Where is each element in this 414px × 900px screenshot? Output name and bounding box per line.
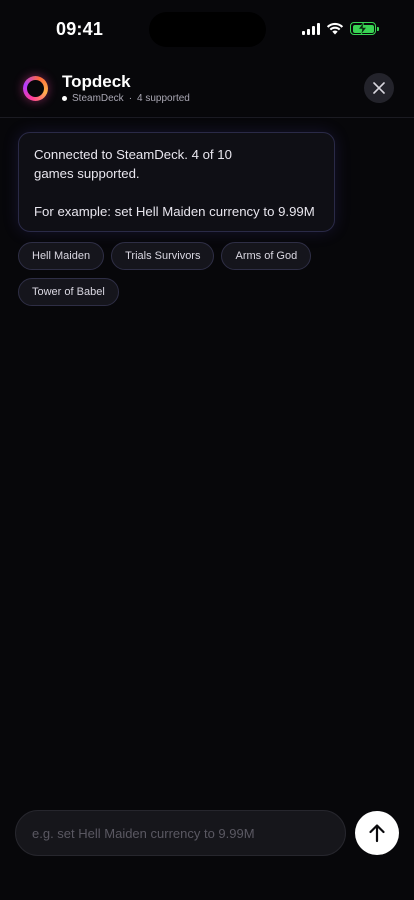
message-line-1: Connected to SteamDeck. 4 of 10 [34, 147, 232, 162]
ring-logo-icon [23, 76, 48, 101]
wifi-icon [326, 22, 344, 35]
message-line-2: games supported. [34, 166, 140, 181]
message-composer [15, 810, 346, 856]
assistant-message: Connected to SteamDeck. 4 of 10 games su… [18, 132, 335, 232]
game-suggestion-chips: Hell Maiden Trials Survivors Arms of God… [18, 242, 338, 306]
chip-hell-maiden[interactable]: Hell Maiden [18, 242, 105, 270]
close-icon [373, 82, 385, 94]
chat-header: Topdeck SteamDeck · 4 supported [0, 62, 414, 118]
chip-tower-of-babel[interactable]: Tower of Babel [18, 278, 119, 306]
connection-status: SteamDeck · 4 supported [62, 93, 190, 104]
app-title: Topdeck [62, 72, 131, 91]
battery-charging-icon [350, 22, 379, 35]
send-button[interactable] [355, 811, 399, 855]
status-bar: 09:41 [0, 0, 414, 62]
chip-trials-survivors[interactable]: Trials Survivors [111, 242, 215, 270]
status-time: 09:41 [56, 19, 104, 39]
subtitle-separator: · [128, 93, 133, 104]
status-dot-icon [62, 96, 67, 101]
message-input[interactable] [32, 825, 329, 841]
device-name: SteamDeck [72, 93, 124, 104]
system-icons [302, 22, 379, 35]
dynamic-island [149, 12, 266, 47]
close-button[interactable] [364, 73, 394, 103]
arrow-up-icon [369, 824, 385, 843]
cellular-signal-icon [302, 22, 320, 35]
chip-arms-of-god[interactable]: Arms of God [221, 242, 312, 270]
message-example: For example: set Hell Maiden currency to… [34, 204, 315, 219]
supported-count: 4 supported [137, 93, 190, 104]
